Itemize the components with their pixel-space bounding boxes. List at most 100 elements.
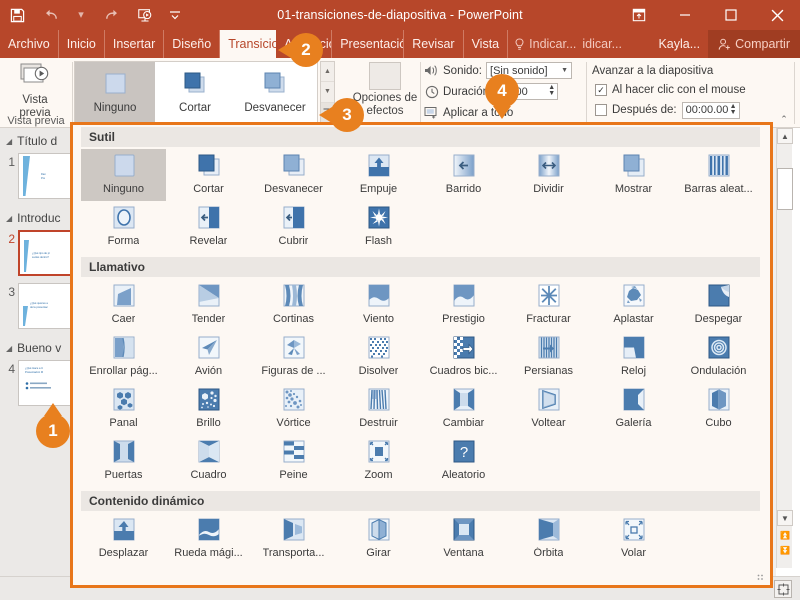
- tell-me-box[interactable]: Indicar...: [508, 30, 582, 58]
- transition-barrido[interactable]: Barrido: [421, 149, 506, 201]
- tab-transiciones[interactable]: Transiciones: [220, 30, 276, 58]
- transition-enrollar-pagina[interactable]: Enrollar pág...: [81, 331, 166, 383]
- transition-reloj[interactable]: Reloj: [591, 331, 676, 383]
- transition-brillo[interactable]: Brillo: [166, 383, 251, 435]
- apply-all-icon: [424, 105, 439, 120]
- tab-diseno[interactable]: Diseño: [164, 30, 220, 58]
- after-checkbox[interactable]: [595, 104, 607, 116]
- collapse-triangle-icon[interactable]: ◢: [6, 344, 12, 353]
- transition-empuje[interactable]: Empuje: [336, 149, 421, 201]
- tab-archivo[interactable]: Archivo: [0, 30, 59, 58]
- gallery-item-cortar[interactable]: Cortar: [155, 62, 235, 122]
- tab-presentacion[interactable]: Presentación: [332, 30, 404, 58]
- callout-badge-4: 4: [485, 74, 519, 108]
- callout-badge-3: 3: [330, 98, 364, 132]
- advance-on-click-row[interactable]: ✓ Al hacer clic con el mouse: [592, 80, 792, 100]
- next-slide-icon[interactable]: ⏬: [777, 543, 793, 557]
- gallery-scroll-up-icon[interactable]: ▲: [321, 62, 334, 82]
- transition-mostrar[interactable]: Mostrar: [591, 149, 676, 201]
- transition-rueda-magica[interactable]: Rueda mági...: [166, 513, 251, 565]
- account-name[interactable]: Kayla...: [650, 30, 708, 58]
- spinner-arrows-icon[interactable]: ▲▼: [548, 85, 555, 97]
- transition-voltear[interactable]: Voltear: [506, 383, 591, 435]
- gallery-scroll-down-icon[interactable]: ▼: [321, 82, 334, 102]
- tab-vista[interactable]: Vista: [464, 30, 509, 58]
- maximize-button[interactable]: [708, 0, 754, 30]
- thumb-text-line: Dan: [41, 173, 46, 176]
- close-button[interactable]: [754, 0, 800, 30]
- transition-despegar[interactable]: Despegar: [676, 279, 761, 331]
- preview-button[interactable]: Vista previa: [6, 62, 64, 120]
- vertical-scrollbar[interactable]: ▲ ▼ ⏫ ⏬: [776, 128, 792, 568]
- transition-volar[interactable]: Volar: [591, 513, 676, 565]
- transition-girar[interactable]: Girar: [336, 513, 421, 565]
- transition-gallery-dropdown[interactable]: Sutil Ninguno Cortar Desvanecer: [70, 122, 773, 588]
- transition-dividir[interactable]: Dividir: [506, 149, 591, 201]
- gallery-item-desvanecer[interactable]: Desvanecer: [235, 62, 315, 122]
- transition-avion[interactable]: Avión: [166, 331, 251, 383]
- transition-cuadros-bicolores[interactable]: Cuadros bic...: [421, 331, 506, 383]
- transition-caer[interactable]: Caer: [81, 279, 166, 331]
- transition-tender[interactable]: Tender: [166, 279, 251, 331]
- transition-switch-icon: [449, 387, 479, 415]
- fit-slide-to-window-icon[interactable]: [774, 580, 792, 598]
- transition-ventana[interactable]: Ventana: [421, 513, 506, 565]
- transition-cortinas[interactable]: Cortinas: [251, 279, 336, 331]
- transition-peine[interactable]: Peine: [251, 435, 336, 487]
- transition-flash[interactable]: Flash: [336, 201, 421, 253]
- gallery-item-ninguno[interactable]: Ninguno: [75, 62, 155, 122]
- transition-gallery-strip[interactable]: Ninguno Cortar Desvanecer: [74, 61, 318, 123]
- transition-aleatorio[interactable]: ? Aleatorio: [421, 435, 506, 487]
- tab-insertar[interactable]: Insertar: [105, 30, 164, 58]
- tab-revisar[interactable]: Revisar: [404, 30, 463, 58]
- transition-disolver[interactable]: Disolver: [336, 331, 421, 383]
- transition-label: Destruir: [359, 417, 398, 429]
- transition-cortar[interactable]: Cortar: [166, 149, 251, 201]
- previous-slide-icon[interactable]: ⏫: [777, 528, 793, 542]
- transition-vortice[interactable]: Vórtice: [251, 383, 336, 435]
- collapse-ribbon-icon[interactable]: ⌃: [776, 112, 792, 126]
- transition-barras-aleatorias[interactable]: Barras aleat...: [676, 149, 761, 201]
- scroll-up-button[interactable]: ▲: [777, 128, 793, 144]
- transition-prestigio[interactable]: Prestigio: [421, 279, 506, 331]
- scrollbar-thumb[interactable]: [777, 168, 793, 210]
- share-button[interactable]: Compartir: [708, 30, 800, 58]
- advance-after-row[interactable]: Después de: 00:00.00 ▲▼: [592, 100, 792, 120]
- tab-inicio[interactable]: Inicio: [59, 30, 105, 58]
- transition-desvanecer[interactable]: Desvanecer: [251, 149, 336, 201]
- transition-label: Viento: [363, 313, 394, 325]
- ribbon-display-options-icon[interactable]: [616, 0, 662, 30]
- on-click-checkbox[interactable]: ✓: [595, 84, 607, 96]
- transition-fracturar[interactable]: Fracturar: [506, 279, 591, 331]
- transition-ninguno[interactable]: Ninguno: [81, 149, 166, 201]
- transition-cubrir[interactable]: Cubrir: [251, 201, 336, 253]
- transition-transportador[interactable]: Transporta...: [251, 513, 336, 565]
- scroll-down-button[interactable]: ▼: [777, 510, 793, 526]
- transition-destruir[interactable]: Destruir: [336, 383, 421, 435]
- transition-label: Cortinas: [273, 313, 314, 325]
- transition-desplazar[interactable]: Desplazar: [81, 513, 166, 565]
- minimize-button[interactable]: [662, 0, 708, 30]
- transition-gallery-icon: [619, 387, 649, 415]
- collapse-triangle-icon[interactable]: ◢: [6, 137, 12, 146]
- transition-aplastar[interactable]: Aplastar: [591, 279, 676, 331]
- transition-viento[interactable]: Viento: [336, 279, 421, 331]
- resize-grip-icon[interactable]: [757, 574, 765, 582]
- transition-ondulacion[interactable]: Ondulación: [676, 331, 761, 383]
- transition-revelar[interactable]: Revelar: [166, 201, 251, 253]
- after-time-spinner[interactable]: 00:00.00 ▲▼: [682, 102, 740, 119]
- transition-persianas[interactable]: Persianas: [506, 331, 591, 383]
- transition-label: Girar: [366, 547, 390, 559]
- spinner-arrows-icon[interactable]: ▲▼: [730, 104, 737, 116]
- transition-zoom[interactable]: Zoom: [336, 435, 421, 487]
- transition-orbita[interactable]: Órbita: [506, 513, 591, 565]
- transition-figuras-de-origami[interactable]: Figuras de ...: [251, 331, 336, 383]
- transition-forma[interactable]: Forma: [81, 201, 166, 253]
- transition-cubo[interactable]: Cubo: [676, 383, 761, 435]
- collapse-triangle-icon[interactable]: ◢: [6, 214, 12, 223]
- transition-cambiar[interactable]: Cambiar: [421, 383, 506, 435]
- transition-panal[interactable]: Panal: [81, 383, 166, 435]
- transition-cuadro[interactable]: Cuadro: [166, 435, 251, 487]
- transition-puertas[interactable]: Puertas: [81, 435, 166, 487]
- transition-galeria[interactable]: Galería: [591, 383, 676, 435]
